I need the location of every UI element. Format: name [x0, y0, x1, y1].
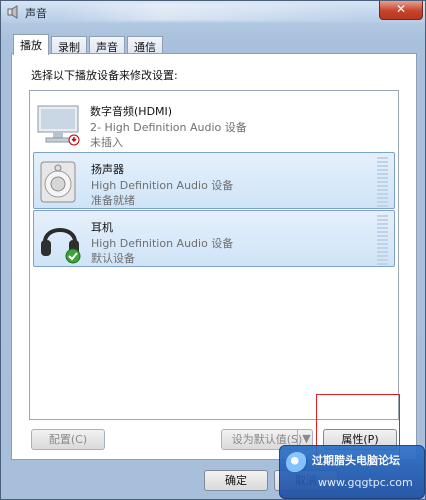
device-name: 数字音频(HDMI) — [90, 105, 173, 118]
monitor-icon — [37, 105, 80, 146]
speaker-icon — [7, 5, 18, 19]
tab-communications[interactable]: 通信 — [127, 36, 163, 54]
watermark-logo-icon — [286, 452, 308, 474]
device-list[interactable]: 数字音频(HDMI) 2- High Definition Audio 设备 未… — [29, 90, 399, 420]
sound-dialog-window: 声音 ✕ 播放 录制 声音 通信 选择以下播放设备来修改设置: 数字音频(HDM… — [0, 0, 426, 500]
device-status: 未插入 — [90, 136, 123, 149]
volume-meter — [377, 215, 388, 265]
tab-sounds[interactable]: 声音 — [89, 36, 125, 54]
device-driver: High Definition Audio 设备 — [91, 179, 234, 192]
device-status: 默认设备 — [91, 252, 135, 265]
tab-recording[interactable]: 录制 — [51, 36, 87, 54]
instruction-text: 选择以下播放设备来修改设置: — [31, 69, 178, 82]
blurred-titlebar-content — [61, 3, 361, 21]
watermark-url: www.gqgtpc.com — [318, 476, 413, 489]
ok-button[interactable]: 确定 — [204, 470, 268, 491]
volume-meter — [377, 157, 388, 207]
speaker-icon — [40, 161, 76, 203]
device-row-headphones[interactable]: 耳机 High Definition Audio 设备 默认设备 — [33, 210, 395, 267]
watermark-badge: 过期腊头电脑论坛 www.gqgtpc.com — [279, 445, 425, 499]
configure-button[interactable]: 配置(C) — [31, 429, 105, 450]
device-driver: High Definition Audio 设备 — [91, 237, 234, 250]
tab-playback[interactable]: 播放 — [13, 34, 49, 55]
device-name: 耳机 — [91, 221, 113, 234]
close-button[interactable]: ✕ — [379, 1, 423, 20]
device-status: 准备就绪 — [91, 194, 135, 207]
headphones-icon — [41, 228, 81, 264]
window-title: 声音 — [25, 7, 47, 20]
watermark-title: 过期腊头电脑论坛 — [312, 454, 400, 467]
device-row-speakers[interactable]: 扬声器 High Definition Audio 设备 准备就绪 — [33, 152, 395, 209]
device-name: 扬声器 — [91, 163, 124, 176]
device-row-hdmi[interactable]: 数字音频(HDMI) 2- High Definition Audio 设备 未… — [33, 95, 395, 152]
title-bar[interactable]: 声音 ✕ — [1, 1, 425, 23]
device-driver: 2- High Definition Audio 设备 — [90, 121, 247, 134]
